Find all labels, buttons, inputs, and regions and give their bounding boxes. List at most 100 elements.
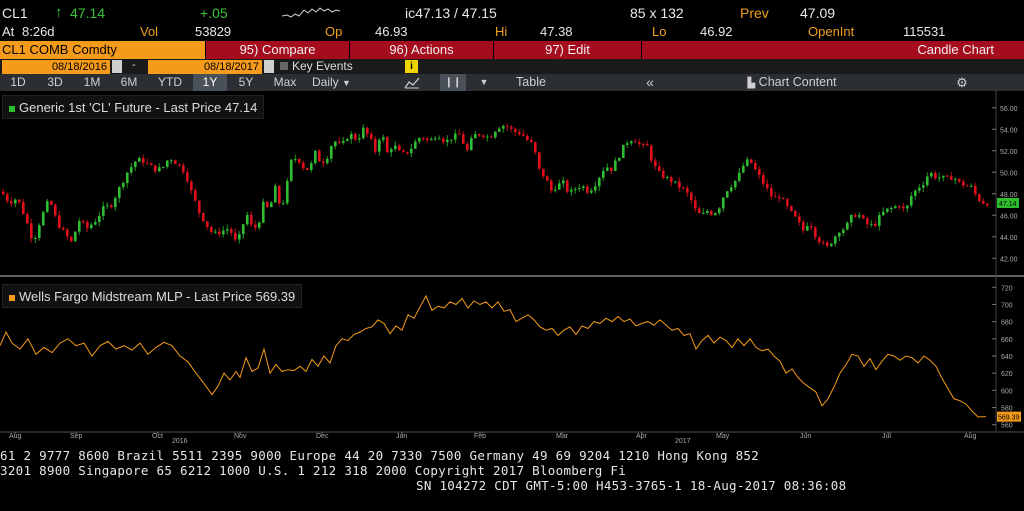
info-icon[interactable]: i	[405, 60, 418, 73]
candle-body	[746, 159, 749, 166]
candle-body	[470, 138, 473, 151]
x-tick-label: Jul	[882, 433, 891, 440]
candle-body	[458, 133, 461, 135]
period-5y[interactable]: 5Y	[230, 74, 262, 91]
compare-button[interactable]: 95) Compare	[206, 41, 349, 59]
candle-body	[514, 128, 517, 133]
candle-body	[734, 180, 737, 188]
candle-body	[862, 215, 865, 219]
security-field[interactable]: CL1 COMB Comdty	[0, 41, 205, 59]
y-tick-label: 680	[1001, 320, 1013, 327]
candle-body	[614, 160, 617, 171]
candle-body	[506, 125, 509, 127]
candle-body	[382, 137, 385, 140]
start-calendar-icon[interactable]	[112, 60, 122, 73]
legend-wf-value: 569.39	[255, 289, 296, 304]
candle-body	[830, 243, 833, 247]
candle-body	[870, 223, 873, 225]
chart-content-button[interactable]: ▙ Chart Content	[732, 74, 852, 91]
frequency-label: Daily	[312, 75, 339, 89]
candle-body	[430, 139, 433, 141]
candle-body	[986, 203, 989, 206]
candle-body	[846, 222, 849, 230]
candle-body	[246, 214, 249, 225]
candle-body	[970, 185, 973, 187]
candle-body	[930, 173, 933, 177]
frequency-dropdown[interactable]: Daily ▼	[312, 74, 382, 91]
period-1y[interactable]: 1Y	[193, 74, 227, 91]
candle-body	[502, 125, 505, 129]
x-tick-label: Jun	[800, 433, 811, 440]
sparkline-icon	[282, 7, 340, 18]
candle-body	[550, 180, 553, 191]
candle-body	[934, 173, 937, 179]
candle-body	[950, 176, 953, 180]
bid-ask: ic47.13 / 47.15	[405, 5, 497, 21]
table-button[interactable]: Table	[500, 74, 562, 91]
candle-body	[622, 144, 625, 158]
candle-body	[730, 187, 733, 192]
candle-body	[706, 211, 709, 213]
mlp-price-line	[0, 294, 987, 418]
candle-body	[638, 142, 641, 144]
candle-body	[354, 133, 357, 140]
candle-body	[290, 159, 293, 181]
gear-icon[interactable]: ⚙	[954, 74, 970, 91]
end-date-input[interactable]: 08/18/2017	[148, 60, 262, 74]
candle-body	[786, 199, 789, 206]
x-tick-label: Dec	[316, 433, 329, 440]
candle-body	[82, 221, 85, 223]
period-1d[interactable]: 1D	[2, 74, 34, 91]
candle-body	[794, 210, 797, 217]
candle-body	[690, 192, 693, 201]
candle-body	[78, 221, 81, 232]
candle-body	[698, 208, 701, 214]
start-date-input[interactable]: 08/18/2016	[2, 60, 110, 74]
candle-body	[790, 205, 793, 211]
chart-area[interactable]: 56.00 54.00 52.00 50.00 48.00 46.00 44.00 42.00…	[0, 91, 1024, 443]
candle-body	[46, 201, 49, 212]
candle-style-icon[interactable]: ❙❙	[440, 74, 466, 91]
collapse-button[interactable]: «	[640, 74, 660, 91]
candle-body	[558, 183, 561, 190]
candle-body	[722, 197, 725, 209]
actions-button[interactable]: 96) Actions	[350, 41, 493, 59]
candle-body	[10, 201, 13, 204]
hi-label: Hi	[495, 24, 508, 39]
candle-body	[286, 180, 289, 204]
candle-body	[266, 201, 269, 208]
period-3d[interactable]: 3D	[39, 74, 71, 91]
chart-type-label[interactable]: Candle Chart	[642, 41, 1024, 59]
chart-content-label: Chart Content	[758, 75, 837, 89]
period-1m[interactable]: 1M	[76, 74, 108, 91]
period-max[interactable]: Max	[265, 74, 305, 91]
key-events-checkbox[interactable]	[280, 62, 288, 70]
candle-body	[338, 141, 341, 143]
end-calendar-icon[interactable]	[264, 60, 274, 73]
candle-body	[834, 236, 837, 244]
candle-body	[574, 188, 577, 190]
candle-body	[34, 237, 37, 239]
period-ytd[interactable]: YTD	[150, 74, 190, 91]
candle-body	[62, 227, 65, 230]
candle-body	[414, 141, 417, 149]
candle-body	[434, 138, 437, 140]
candle-body	[170, 160, 173, 162]
candle-body	[14, 199, 17, 204]
candle-body	[610, 167, 613, 171]
line-chart-icon[interactable]	[404, 77, 420, 89]
candle-body	[166, 160, 169, 167]
candle-body	[782, 198, 785, 200]
candle-body	[654, 160, 657, 167]
chevron-down-icon[interactable]: ▼	[476, 74, 492, 91]
candle-body	[510, 126, 513, 129]
candle-body	[486, 136, 489, 138]
candle-body	[178, 163, 181, 166]
candle-body	[898, 206, 901, 208]
candle-body	[162, 166, 165, 168]
candle-body	[770, 188, 773, 197]
candle-body	[142, 157, 145, 163]
edit-button[interactable]: 97) Edit	[494, 41, 641, 59]
candle-body	[810, 226, 813, 228]
period-6m[interactable]: 6M	[113, 74, 145, 91]
